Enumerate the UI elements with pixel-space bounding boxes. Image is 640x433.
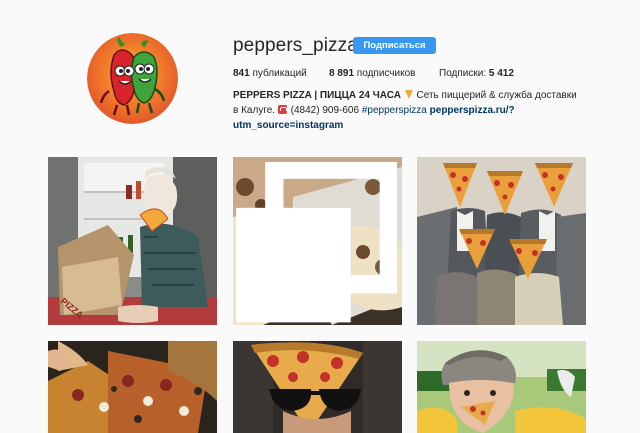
post-tile[interactable] xyxy=(417,157,586,325)
post-tile[interactable]: Peppers xyxy=(233,157,402,325)
photo-pizza-sunglasses xyxy=(233,341,402,433)
post-tile[interactable] xyxy=(233,341,402,433)
post-tile[interactable] xyxy=(48,341,217,433)
multiple-photos-icon xyxy=(236,162,397,323)
photo-woman-fridge-pizza: PIZZA xyxy=(48,157,217,325)
post-tile[interactable]: PIZZA xyxy=(48,157,217,325)
post-tile[interactable] xyxy=(417,341,586,433)
photo-men-pizza-heads xyxy=(417,157,586,325)
posts-grid: PIZZA Peppers xyxy=(0,0,640,433)
photo-pizza-slices-hands xyxy=(48,341,217,433)
photo-child-eating-pizza xyxy=(417,341,586,433)
